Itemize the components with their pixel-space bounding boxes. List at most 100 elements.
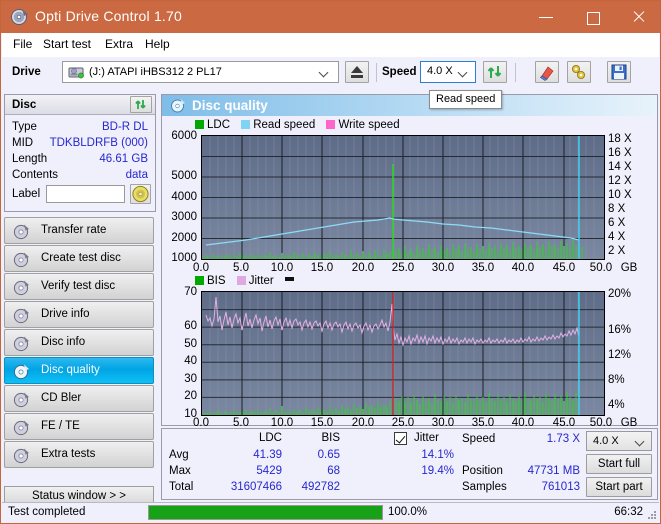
sidebar-item-cd-bler[interactable]: CD Bler <box>4 385 154 412</box>
menu-bar: File Start test Extra Help <box>2 33 659 57</box>
sidebar-item-label: Extra tests <box>41 448 96 460</box>
eject-button[interactable] <box>345 61 369 83</box>
sidebar-item-transfer-rate[interactable]: Transfer rate <box>4 217 154 244</box>
disc-row-value-length: 46.61 GB <box>99 153 148 165</box>
chart-top-xtick-0: 0.0 <box>193 262 209 274</box>
stats-ldc-total: 31607466 <box>230 481 282 493</box>
chart-top-rtick-4x: 4 X <box>608 231 626 243</box>
menu-item-start-test[interactable]: Start test <box>41 37 93 53</box>
legend-swatch-ldc <box>195 120 204 129</box>
disc-panel-header: Disc <box>5 95 155 115</box>
tools-icon <box>572 65 585 79</box>
test-speed-select[interactable]: 4.0 X <box>586 431 652 451</box>
refresh-button[interactable] <box>483 61 507 83</box>
chart-top-rtick-18x: 18 X <box>608 133 632 145</box>
minimize-button[interactable] <box>524 1 570 33</box>
sidebar-item-extra-tests[interactable]: Extra tests <box>4 441 154 468</box>
read-speed-select[interactable]: 4.0 X <box>420 61 476 83</box>
save-button[interactable] <box>607 61 631 83</box>
menu-item-file[interactable]: File <box>11 37 34 53</box>
start-full-button[interactable]: Start full <box>586 454 652 474</box>
chart-bottom-rtick-16: 16% <box>608 324 632 336</box>
read-speed-value: 4.0 X <box>427 65 453 77</box>
chart-top-canvas <box>202 136 604 259</box>
chart-top-xtick-30: 30.0 <box>431 262 455 274</box>
disc-icon <box>13 335 30 352</box>
sidebar-item-drive-info[interactable]: Drive info <box>4 301 154 328</box>
chart-bottom-ytick-70: 70 <box>184 286 197 298</box>
tools-button[interactable] <box>567 61 591 83</box>
window-title: Opti Drive Control 1.70 <box>35 8 182 24</box>
stats-ldc-max: 5429 <box>256 465 282 477</box>
jitter-label: Jitter <box>414 432 439 444</box>
drive-label: Drive <box>12 66 41 78</box>
sidebar-item-label: FE / TE <box>41 420 80 432</box>
stats-speed-value: 1.73 X <box>546 433 580 445</box>
close-button[interactable] <box>616 1 661 33</box>
stats-ldc-avg: 41.39 <box>253 449 282 461</box>
status-window-label: Status window > > <box>32 490 126 502</box>
jitter-checkbox[interactable] <box>394 432 407 445</box>
stats-bis-avg: 0.65 <box>317 449 340 461</box>
stats-position-value: 47731 MB <box>527 465 580 477</box>
chart-top-ytick-3000: 3000 <box>171 211 197 223</box>
app-window: Opti Drive Control 1.70 File Start test … <box>0 0 661 524</box>
chart-top-plot <box>201 135 605 260</box>
legend-swatch-write-speed <box>326 120 336 129</box>
chart-top-legend: LDC Read speed Write speed <box>195 119 400 131</box>
chart-bottom-ytick-30: 30 <box>184 373 197 385</box>
legend-label-write-speed: Write speed <box>338 119 400 131</box>
sidebar-item-create-test-disc[interactable]: Create test disc <box>4 245 154 272</box>
resize-grip[interactable] <box>646 509 656 519</box>
sidebar-item-disc-quality[interactable]: Disc quality <box>4 357 154 384</box>
drive-select[interactable]: (J:) ATAPI iHBS312 2 PL17 <box>62 61 339 83</box>
disc-info-panel: Disc Type BD-R DL MID TDKBLDRFB (000) Le… <box>4 94 156 212</box>
legend-marker-icon <box>284 277 294 281</box>
start-part-button[interactable]: Start part <box>586 477 652 497</box>
chart-bottom-rtick-8: 8% <box>608 374 625 386</box>
stats-jitter-avg: 14.1% <box>421 449 454 461</box>
legend-label-ldc: LDC <box>207 119 231 131</box>
chart-top-rtick-2x: 2 X <box>608 245 626 257</box>
chart-top-xtick-10: 10.0 <box>270 262 294 274</box>
disc-icon <box>13 279 30 296</box>
disc-quality-panel: Disc quality LDC Read speed Write speed <box>161 94 658 429</box>
disc-panel-title: Disc <box>12 99 37 111</box>
maximize-button[interactable] <box>570 1 616 33</box>
disc-icon <box>13 251 30 268</box>
sidebar-item-label: Drive info <box>41 308 90 320</box>
elapsed-time: 66:32 <box>614 506 643 518</box>
disc-refresh-button[interactable] <box>130 96 152 113</box>
disc-gold-icon <box>132 185 149 203</box>
refresh-icon <box>487 66 502 78</box>
disc-label-input[interactable] <box>46 185 125 203</box>
erase-button[interactable] <box>535 61 559 83</box>
chart-bottom-legend: BIS Jitter <box>195 275 294 287</box>
sidebar-item-fe-te[interactable]: FE / TE <box>4 413 154 440</box>
disc-label-button[interactable] <box>130 184 151 204</box>
status-message: Test completed <box>8 506 86 518</box>
chart-bottom-ytick-60: 60 <box>184 320 197 332</box>
chevron-down-icon <box>636 438 644 446</box>
menu-item-help[interactable]: Help <box>143 37 172 53</box>
chart-top-xtick-20: 20.0 <box>351 262 375 274</box>
disc-row-key-contents: Contents <box>12 169 59 181</box>
chart-top-rtick-6x: 6 X <box>608 217 626 229</box>
disc-row-key-length: Length <box>12 153 48 165</box>
chevron-down-icon <box>459 69 467 77</box>
drive-select-value: (J:) ATAPI iHBS312 2 PL17 <box>89 66 222 78</box>
stats-col-header-bis: BIS <box>321 432 340 444</box>
sidebar-item-label: Verify test disc <box>41 280 116 292</box>
chart-top-ytick-2000: 2000 <box>171 232 197 244</box>
stats-panel: LDC BIS Avg Max Total 41.39 5429 3160746… <box>161 428 658 500</box>
chart-bottom-ytick-50: 50 <box>184 338 197 350</box>
menu-item-extra[interactable]: Extra <box>103 37 135 53</box>
chart-top-rtick-12x: 12 X <box>608 175 632 187</box>
sidebar-item-verify-test-disc[interactable]: Verify test disc <box>4 273 154 300</box>
toolbar-separator-2 <box>515 63 516 82</box>
disc-row-value-contents: data <box>125 169 148 181</box>
read-speed-tooltip: Read speed <box>429 90 503 109</box>
stats-row-label-avg: Avg <box>169 449 189 461</box>
stats-samples-value: 761013 <box>541 481 580 493</box>
sidebar-item-disc-info[interactable]: Disc info <box>4 329 154 356</box>
